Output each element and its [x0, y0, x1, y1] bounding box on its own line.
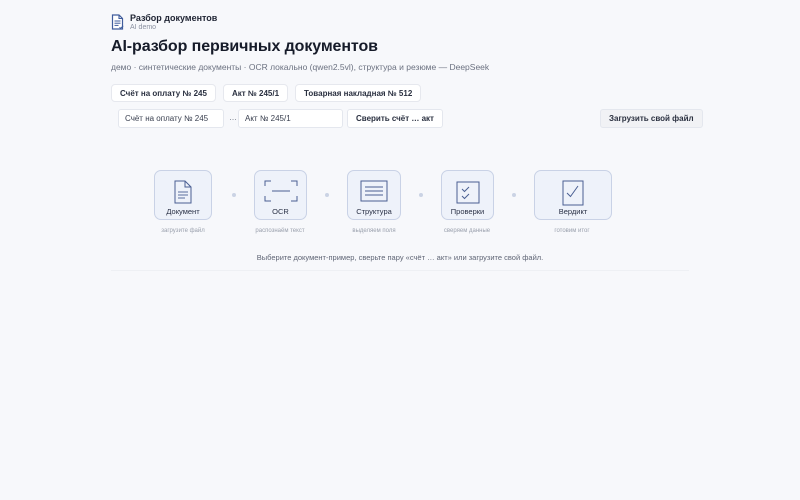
- compare-row: Счёт на оплату № 245 … Акт № 245/1 Свери…: [111, 109, 703, 128]
- pipeline-caption: загрузите файл: [161, 228, 205, 234]
- sample-chips: Счёт на оплату № 245 Акт № 245/1 Товарна…: [111, 84, 422, 102]
- document-logo-icon: [111, 14, 124, 30]
- compare-button[interactable]: Сверить счёт … акт: [347, 109, 443, 128]
- pipeline-step-document: Документ: [154, 170, 212, 220]
- compare-invoice-select[interactable]: Счёт на оплату № 245: [118, 109, 224, 128]
- pipeline-connector-dot: [325, 193, 329, 197]
- pipeline-step-label: Документ: [166, 207, 200, 216]
- pipeline-step-ocr: OCR: [254, 170, 307, 220]
- hint-text: Выберите документ-пример, сверьте пару «…: [256, 253, 544, 262]
- sample-chip-act[interactable]: Акт № 245/1: [222, 84, 289, 102]
- verdict-icon: [562, 180, 584, 206]
- brand-title: Разбор документов: [130, 13, 218, 23]
- compare-act-select[interactable]: Акт № 245/1: [238, 109, 343, 128]
- structure-icon: [360, 180, 388, 202]
- upload-file-button[interactable]: Загрузить свой файл: [600, 109, 703, 128]
- document-icon: [174, 180, 192, 204]
- pipeline-step-checks: Проверки: [441, 170, 494, 220]
- pipeline-connector-dot: [419, 193, 423, 197]
- pipeline-step-label: Структура: [356, 207, 392, 216]
- pipeline-step-label: OCR: [272, 207, 289, 216]
- page-title: AI-разбор первичных документов: [111, 38, 378, 55]
- sample-chip-waybill[interactable]: Товарная накладная № 512: [295, 84, 422, 102]
- brand-subtitle: AI demo: [130, 24, 157, 31]
- pipeline-caption: сверяем данные: [443, 228, 491, 234]
- pipeline-step-structure: Структура: [347, 170, 401, 220]
- pipeline-caption: распознаём текст: [255, 228, 305, 234]
- pipeline-connector-dot: [232, 193, 236, 197]
- compare-separator: …: [229, 113, 237, 122]
- pipeline-step-label: Проверки: [450, 207, 485, 216]
- page: Разбор документов AI demo AI-разбор перв…: [0, 0, 800, 500]
- sample-chip-invoice[interactable]: Счёт на оплату № 245: [111, 84, 216, 102]
- pipeline-connector-dot: [512, 193, 516, 197]
- pipeline-step-verdict: Вердикт: [534, 170, 612, 220]
- scan-icon: [264, 180, 297, 202]
- pipeline-caption: выделяем поля: [352, 228, 396, 234]
- page-subtitle: демо · синтетические документы · OCR лок…: [111, 62, 490, 72]
- divider: [111, 270, 689, 271]
- brand: Разбор документов AI demo: [111, 14, 217, 31]
- pipeline-caption: готовим итог: [554, 228, 590, 234]
- pipeline-step-label: Вердикт: [558, 207, 588, 216]
- checklist-icon: [456, 181, 479, 204]
